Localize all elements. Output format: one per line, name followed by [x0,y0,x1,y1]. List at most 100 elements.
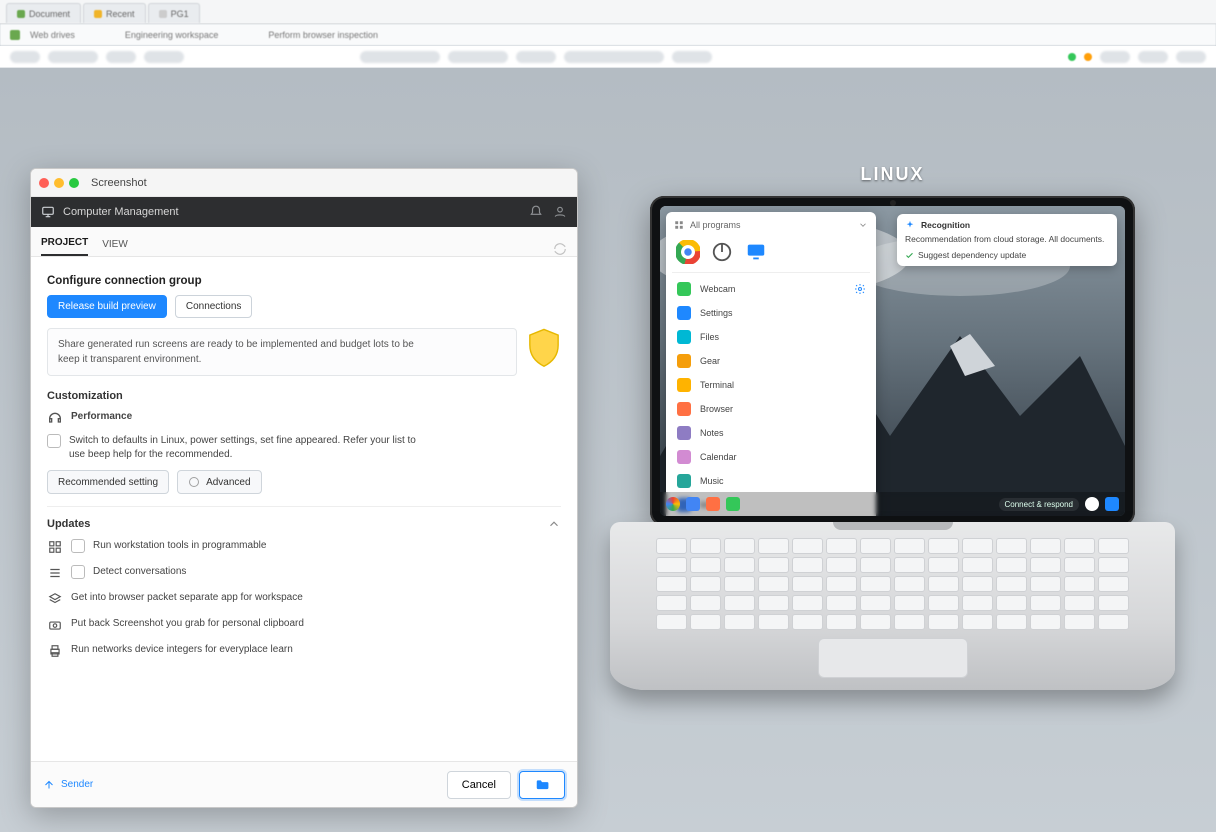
key[interactable] [1064,614,1095,630]
refresh-icon[interactable] [553,242,567,256]
checkbox[interactable] [71,565,85,579]
checkbox[interactable] [71,539,85,553]
launcher-item[interactable]: Browser [672,399,870,419]
key[interactable] [860,614,891,630]
list-item[interactable]: Detect conversations [47,565,561,581]
key[interactable] [758,557,789,573]
key[interactable] [962,595,993,611]
key[interactable] [724,576,755,592]
key[interactable] [1064,557,1095,573]
browser-tab[interactable]: Document [6,3,81,23]
key[interactable] [1030,576,1061,592]
key[interactable] [758,614,789,630]
key[interactable] [1064,538,1095,554]
key[interactable] [656,538,687,554]
key[interactable] [1098,538,1129,554]
key[interactable] [690,557,721,573]
taskbar-hint[interactable]: Connect & respond [999,498,1080,511]
key[interactable] [724,595,755,611]
power-icon[interactable] [710,240,734,264]
key[interactable] [826,614,857,630]
cancel-button[interactable]: Cancel [447,771,511,799]
key[interactable] [996,595,1027,611]
key[interactable] [826,576,857,592]
key[interactable] [690,614,721,630]
start-icon[interactable] [666,497,680,511]
filter-release-button[interactable]: Release build preview [47,295,167,318]
launcher-item[interactable]: Notes [672,423,870,443]
key[interactable] [656,614,687,630]
key[interactable] [996,557,1027,573]
key[interactable] [860,538,891,554]
key[interactable] [792,614,823,630]
list-item[interactable]: Run networks device integers for everypl… [47,643,561,659]
key[interactable] [894,595,925,611]
bookmark-item[interactable]: Web drives [30,30,75,40]
monitor-icon[interactable] [744,240,768,264]
key[interactable] [1098,557,1129,573]
launcher-item[interactable]: Gear [672,351,870,371]
key[interactable] [1064,595,1095,611]
key[interactable] [928,595,959,611]
key[interactable] [1030,557,1061,573]
key[interactable] [962,538,993,554]
key[interactable] [894,557,925,573]
key[interactable] [1030,538,1061,554]
key[interactable] [1030,614,1061,630]
maximize-icon[interactable] [69,178,79,188]
key[interactable] [826,538,857,554]
key[interactable] [1030,595,1061,611]
footer-link[interactable]: Sender [43,779,93,791]
tray-icon[interactable] [1085,497,1099,511]
taskbar-app-icon[interactable] [686,497,700,511]
chevron-up-icon[interactable] [547,517,561,531]
key[interactable] [792,576,823,592]
key[interactable] [792,557,823,573]
user-icon[interactable] [553,205,567,219]
key[interactable] [656,595,687,611]
key[interactable] [656,576,687,592]
key[interactable] [1098,614,1129,630]
key[interactable] [792,538,823,554]
key[interactable] [894,614,925,630]
chevron-down-icon[interactable] [858,220,868,230]
minimize-icon[interactable] [54,178,64,188]
trackpad[interactable] [818,638,968,678]
key[interactable] [690,538,721,554]
key[interactable] [962,557,993,573]
key[interactable] [1098,576,1129,592]
list-item[interactable]: Put back Screenshot you grab for persona… [47,617,561,633]
key[interactable] [758,538,789,554]
key[interactable] [928,576,959,592]
launcher-item[interactable]: Files [672,327,870,347]
key[interactable] [1098,595,1129,611]
key[interactable] [928,614,959,630]
launcher-item[interactable]: Music [672,471,870,491]
bookmark-item[interactable]: Perform browser inspection [268,30,378,40]
key[interactable] [860,576,891,592]
key[interactable] [826,557,857,573]
launcher-item[interactable]: Terminal [672,375,870,395]
key[interactable] [996,576,1027,592]
taskbar-app-icon[interactable] [726,497,740,511]
bell-icon[interactable] [529,205,543,219]
key[interactable] [962,614,993,630]
key[interactable] [758,595,789,611]
tab-project[interactable]: PROJECT [41,237,88,256]
bookmark-item[interactable]: Engineering workspace [125,30,219,40]
key[interactable] [826,595,857,611]
key[interactable] [996,614,1027,630]
key[interactable] [758,576,789,592]
list-item[interactable]: Run workstation tools in programmable [47,539,561,555]
key[interactable] [792,595,823,611]
browser-tab[interactable]: PG1 [148,3,200,23]
ok-button[interactable] [519,771,565,799]
launcher-item[interactable]: Calendar [672,447,870,467]
key[interactable] [1064,576,1095,592]
key[interactable] [860,595,891,611]
browser-tab[interactable]: Recent [83,3,146,23]
taskbar-app-icon[interactable] [706,497,720,511]
key[interactable] [724,538,755,554]
launcher-item[interactable]: Settings [672,303,870,323]
key[interactable] [690,595,721,611]
